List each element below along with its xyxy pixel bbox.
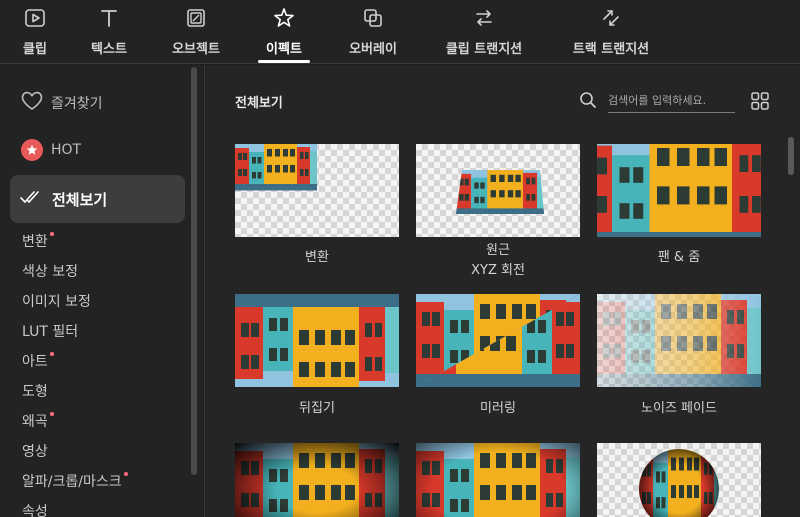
effect-thumbnail-flip[interactable]: [235, 294, 399, 387]
effect-caption: 원근 XYZ 회전: [471, 243, 525, 278]
effect-thumbnail-mirroring[interactable]: [416, 294, 580, 387]
effect-thumbnail-transform[interactable]: [235, 144, 399, 237]
new-dot: [49, 412, 54, 416]
sidebar-item-category[interactable]: 속성: [22, 501, 48, 517]
diagonal-arrows-icon: [599, 6, 623, 30]
sidebar-item-label: HOT: [51, 142, 82, 158]
content-scrollbar[interactable]: [788, 137, 794, 175]
tab-label: 이펙트: [266, 42, 302, 57]
heart-icon: [21, 91, 43, 115]
tab-clip-transition[interactable]: 클립 트랜지션: [440, 0, 528, 64]
active-tab-indicator: [258, 60, 310, 63]
sidebar-item-label: 즐겨찾기: [51, 96, 103, 112]
sidebar-item-category[interactable]: 왜곡: [22, 411, 54, 431]
new-dot: [49, 232, 54, 236]
double-check-icon: [20, 189, 42, 209]
sidebar-item-label: 전체보기: [52, 190, 108, 209]
overlay-icon: [361, 6, 385, 30]
effect-thumbnail-perspective[interactable]: [416, 144, 580, 237]
effect-thumbnail-vignette-soft[interactable]: [416, 443, 580, 517]
effect-thumbnail-noise-fade[interactable]: [597, 294, 761, 387]
sidebar-item-hot[interactable]: HOT: [21, 139, 81, 161]
effect-caption: 노이즈 페이드: [641, 401, 717, 416]
sidebar-item-category[interactable]: 색상 보정: [22, 261, 78, 281]
sidebar-scrollbar[interactable]: [191, 67, 197, 475]
tab-track-transition[interactable]: 트랙 트랜지션: [567, 0, 655, 64]
new-dot: [123, 472, 128, 476]
grid-view-icon[interactable]: [751, 92, 769, 110]
sidebar-item-favorites[interactable]: 즐겨찾기: [21, 91, 103, 115]
tab-label: 트랙 트랜지션: [572, 42, 650, 57]
effect-caption: 변환: [305, 250, 329, 265]
tab-label: 클립 트랜지션: [445, 42, 523, 57]
sidebar-item-category[interactable]: 영상: [22, 441, 48, 461]
effect-thumbnail-sphere[interactable]: [597, 443, 761, 517]
sidebar-item-category[interactable]: 변환: [22, 231, 54, 251]
play-icon: [23, 6, 47, 30]
page-title: 전체보기: [235, 96, 283, 111]
sparkle-star-icon: [272, 6, 296, 30]
tab-overlay[interactable]: 오버레이: [345, 0, 401, 64]
sidebar-item-category[interactable]: LUT 필터: [22, 321, 78, 341]
effect-thumbnail-vignette[interactable]: [235, 443, 399, 517]
effects-panel: 전체보기 변환 원근 XYZ 회전 팬 & 줌 뒤집기 미러링: [206, 65, 800, 517]
category-sidebar: 즐겨찾기 HOT 전체보기 변환 색상 보정 이미지 보정 LUT 필터 아트 …: [0, 65, 205, 517]
sidebar-item-category[interactable]: 아트: [22, 351, 54, 371]
effect-caption: 뒤집기: [299, 401, 335, 416]
tab-text[interactable]: 텍스트: [88, 0, 130, 64]
tab-label: 클립: [23, 42, 47, 57]
sidebar-item-category[interactable]: 이미지 보정: [22, 291, 91, 311]
hot-star-icon: [21, 139, 43, 161]
sidebar-item-category[interactable]: 알파/크롭/마스크: [22, 471, 128, 491]
text-icon: [97, 6, 121, 30]
tab-label: 오브젝트: [172, 42, 220, 57]
tab-effect[interactable]: 이펙트: [258, 0, 310, 64]
effect-thumbnail-pan-zoom[interactable]: [597, 144, 761, 237]
effects-tab-bar: 클립 텍스트 오브젝트 이펙트 오버레이 클립 트랜지션 트랙 트랜지션: [0, 0, 800, 64]
tab-label: 텍스트: [91, 42, 127, 57]
effect-caption: 팬 & 줌: [657, 250, 701, 265]
effect-caption: 미러링: [480, 401, 516, 416]
sidebar-item-all[interactable]: 전체보기: [10, 175, 185, 223]
swap-arrows-icon: [472, 6, 496, 30]
sidebar-item-category[interactable]: 도형: [22, 381, 48, 401]
tab-clip[interactable]: 클립: [21, 0, 49, 64]
new-dot: [49, 352, 54, 356]
tab-label: 오버레이: [349, 42, 397, 57]
search-input[interactable]: [608, 89, 735, 113]
search-icon[interactable]: [579, 91, 597, 109]
sticker-icon: [184, 6, 208, 30]
tab-object[interactable]: 오브젝트: [168, 0, 224, 64]
